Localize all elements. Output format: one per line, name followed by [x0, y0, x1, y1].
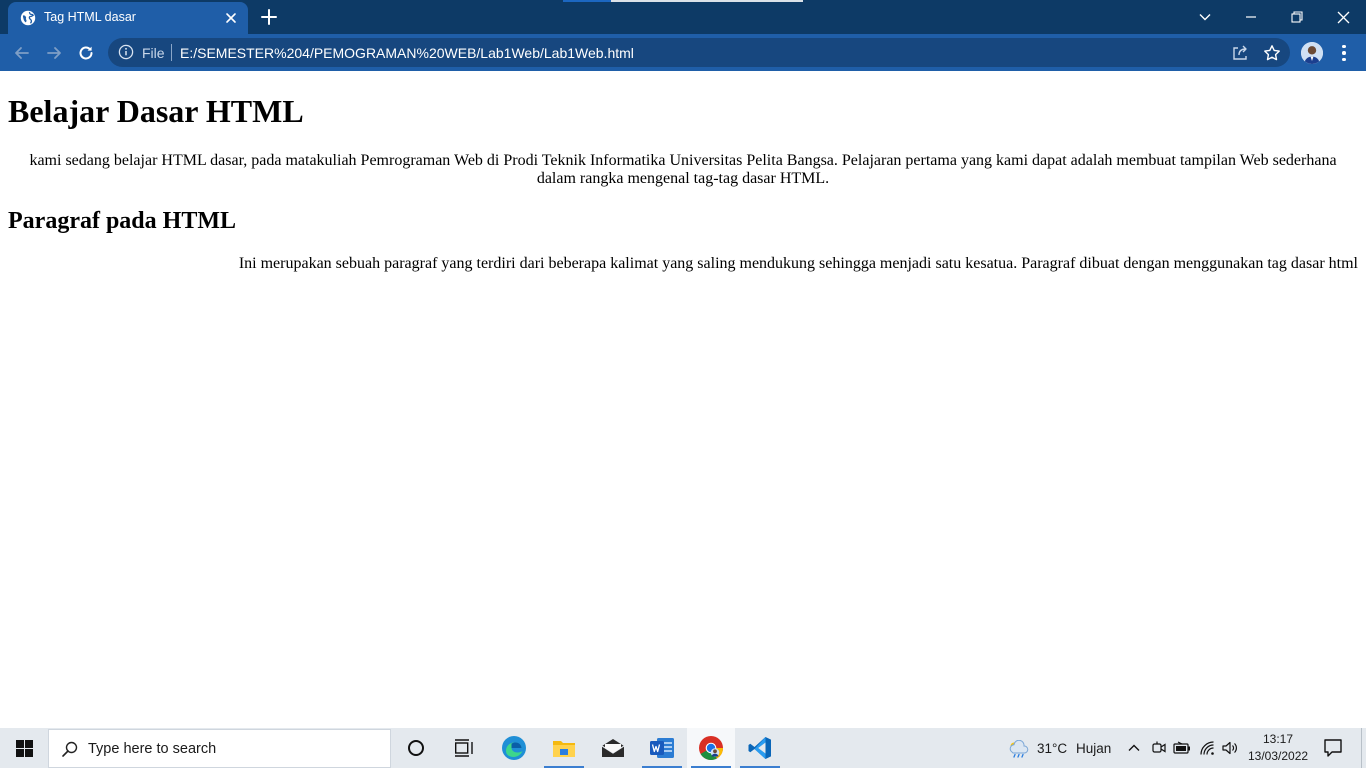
meet-now-icon: [1152, 741, 1166, 753]
back-button[interactable]: [10, 41, 34, 65]
close-tab-icon[interactable]: [222, 9, 240, 27]
globe-icon: [20, 10, 36, 26]
cortana-icon: [408, 740, 424, 756]
scheme-label: File: [142, 45, 165, 61]
reload-icon: [79, 46, 93, 60]
reload-button[interactable]: [74, 41, 98, 65]
mail-taskbar-button[interactable]: [589, 728, 637, 768]
forward-button[interactable]: [42, 41, 66, 65]
weather-condition[interactable]: Hujan: [1076, 741, 1111, 756]
kebab-menu-icon[interactable]: [1336, 42, 1352, 64]
chevron-up-icon: [1128, 744, 1140, 751]
meet-now-button[interactable]: [1149, 738, 1169, 758]
section-heading: Paragraf pada HTML: [8, 208, 236, 234]
show-hidden-icons-button[interactable]: [1124, 738, 1144, 758]
word-taskbar-button[interactable]: [638, 728, 686, 768]
vscode-icon: [748, 737, 771, 759]
restore-button[interactable]: [1274, 0, 1320, 34]
file-explorer-icon: [553, 741, 575, 757]
info-icon[interactable]: [118, 44, 134, 60]
url-text[interactable]: E:/SEMESTER%204/PEMOGRAMAN%20WEB/Lab1Web…: [180, 45, 634, 61]
vscode-taskbar-button[interactable]: [736, 728, 784, 768]
intro-paragraph: kami sedang belajar HTML dasar, pada mat…: [29, 152, 1337, 187]
bookmark-star-icon[interactable]: [1263, 44, 1281, 62]
wifi-icon: [1200, 741, 1214, 755]
profile-picture-icon: [1301, 42, 1323, 64]
profile-avatar[interactable]: [1301, 42, 1323, 64]
search-placeholder: Type here to search: [88, 741, 217, 757]
clock-date[interactable]: 13/03/2022: [1248, 749, 1308, 763]
file-explorer-taskbar-button[interactable]: [540, 728, 588, 768]
close-icon: [1337, 11, 1349, 23]
tab-active[interactable]: Tag HTML dasar: [8, 2, 248, 34]
body-paragraph: Ini merupakan sebuah paragraf yang terdi…: [238, 255, 1358, 272]
weather-temperature[interactable]: 31°C: [1037, 741, 1067, 756]
word-icon: [650, 738, 674, 758]
windows-logo-icon: [15, 739, 33, 757]
loading-indicator: [563, 0, 803, 2]
close-window-button[interactable]: [1320, 0, 1366, 34]
chrome-icon: [699, 736, 723, 761]
minimize-icon: [1246, 16, 1256, 18]
rain-cloud-icon[interactable]: [1007, 740, 1029, 758]
volume-button[interactable]: [1220, 738, 1240, 758]
browser-titlebar: Tag HTML dasar: [0, 0, 1366, 34]
chevron-down-icon: [1199, 14, 1211, 21]
show-desktop-button[interactable]: [1361, 728, 1366, 768]
chrome-taskbar-button[interactable]: [687, 728, 735, 768]
battery-button[interactable]: [1172, 738, 1192, 758]
tab-title: Tag HTML dasar: [44, 10, 136, 24]
notification-center-icon[interactable]: [1321, 736, 1345, 760]
network-button[interactable]: [1197, 738, 1217, 758]
edge-taskbar-button[interactable]: [490, 728, 538, 768]
battery-icon: [1173, 741, 1190, 754]
web-page-content: Belajar Dasar HTML kami sedang belajar H…: [0, 71, 1366, 728]
browser-toolbar: File E:/SEMESTER%204/PEMOGRAMAN%20WEB/La…: [0, 34, 1366, 71]
new-tab-icon[interactable]: [259, 7, 279, 27]
windows-taskbar: Type here to search 31°C Hujan 13:17 13/…: [0, 728, 1366, 768]
edge-icon: [502, 736, 526, 760]
clock-time[interactable]: 13:17: [1250, 732, 1306, 746]
tab-search-button[interactable]: [1182, 0, 1228, 34]
speaker-icon: [1222, 741, 1237, 755]
share-icon[interactable]: [1231, 44, 1249, 62]
minimize-button[interactable]: [1228, 0, 1274, 34]
address-bar[interactable]: File E:/SEMESTER%204/PEMOGRAMAN%20WEB/La…: [108, 38, 1290, 67]
restore-icon: [1291, 11, 1303, 23]
page-heading: Belajar Dasar HTML: [8, 93, 304, 129]
cortana-button[interactable]: [392, 728, 440, 768]
arrow-left-icon: [15, 47, 29, 59]
search-icon: [62, 741, 78, 757]
taskbar-search-box[interactable]: Type here to search: [48, 729, 391, 768]
task-view-button[interactable]: [440, 728, 488, 768]
task-view-icon: [455, 739, 473, 757]
arrow-right-icon: [47, 47, 61, 59]
mail-icon: [601, 739, 625, 757]
start-button[interactable]: [0, 728, 48, 768]
omnibox-divider: [171, 44, 172, 61]
